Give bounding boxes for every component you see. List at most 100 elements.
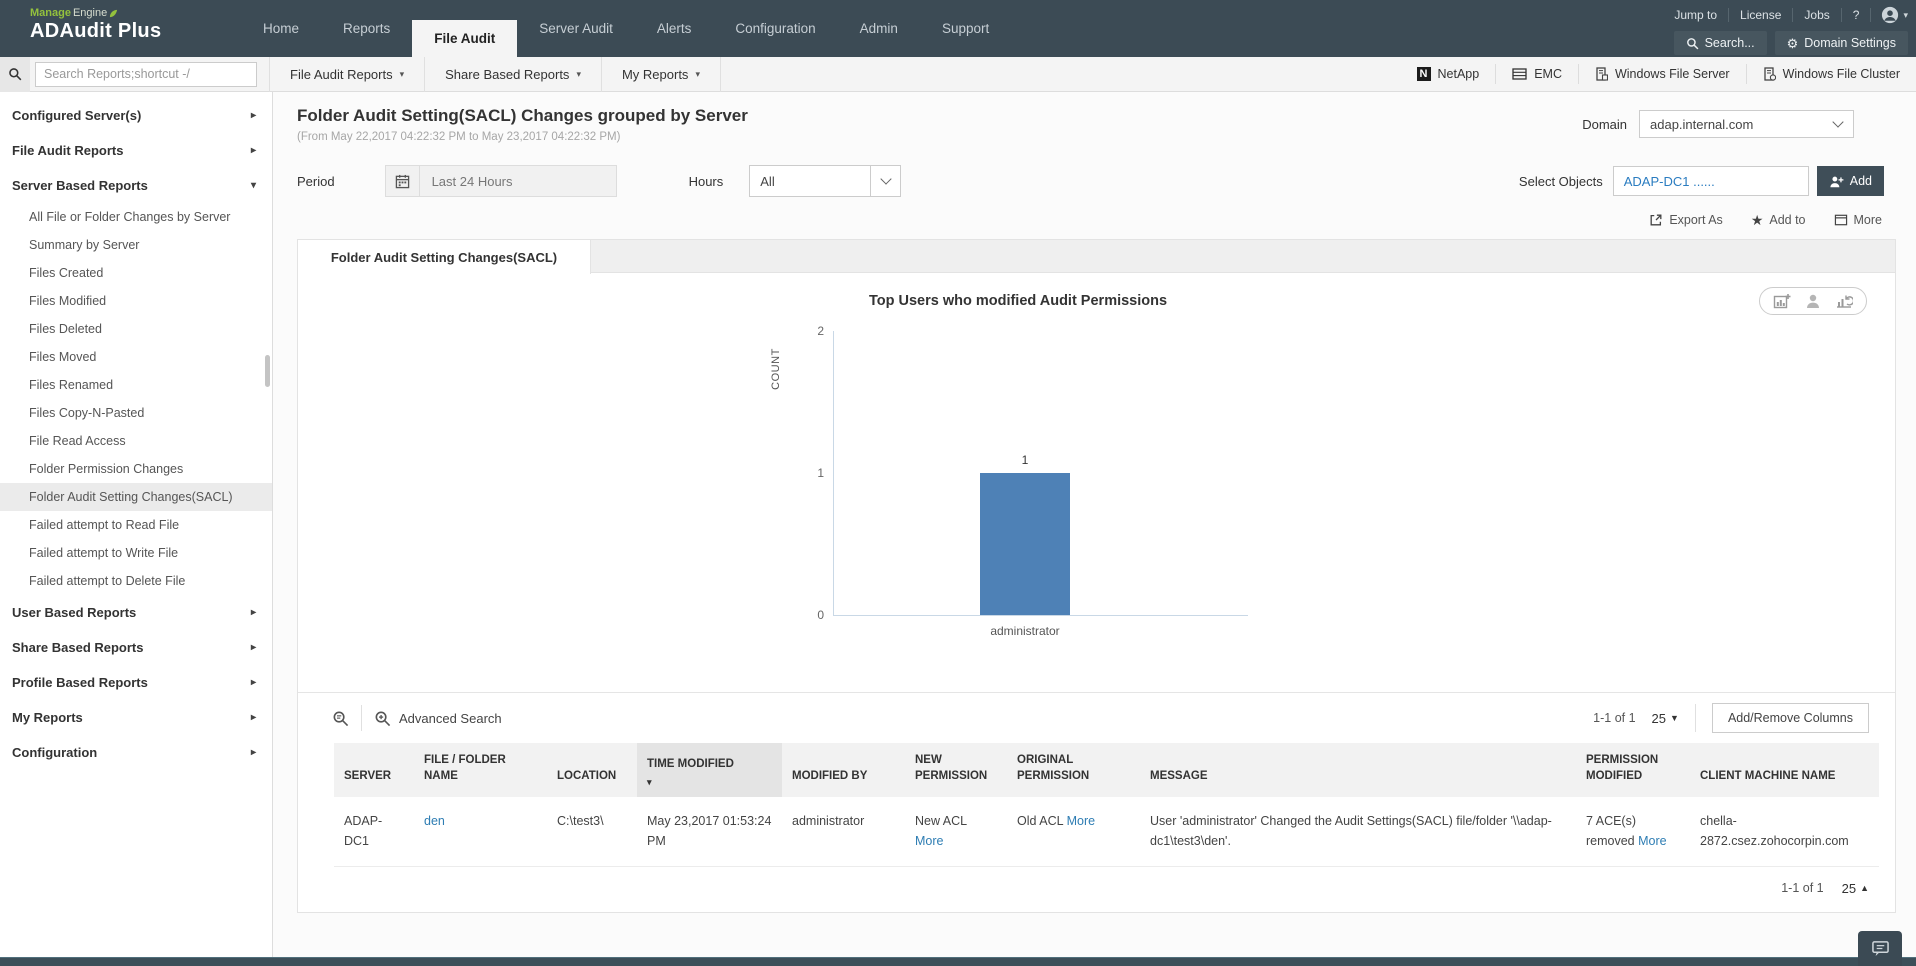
sidebar-item[interactable]: Failed attempt to Write File bbox=[0, 539, 272, 567]
chat-bubble-icon bbox=[1871, 940, 1890, 957]
hours-select[interactable]: All bbox=[749, 165, 902, 197]
more-button[interactable]: More bbox=[1834, 213, 1882, 227]
nav-tab[interactable]: Configuration bbox=[713, 0, 837, 57]
sidebar-item[interactable]: Folder Permission Changes bbox=[0, 455, 272, 483]
divider bbox=[1694, 704, 1696, 732]
sidebar-item[interactable]: Profile Based Reports ▸ bbox=[0, 665, 272, 700]
platform-windows-file-cluster[interactable]: Windows File Cluster bbox=[1745, 64, 1916, 84]
add-remove-columns-button[interactable]: Add/Remove Columns bbox=[1711, 703, 1869, 733]
platform-switcher: N NetApp EMC Windows File Server Windows… bbox=[1401, 57, 1916, 92]
report-search-input[interactable] bbox=[35, 61, 257, 87]
column-header[interactable]: TIME MODIFIED ▾ bbox=[637, 743, 782, 798]
hours-label: Hours bbox=[688, 173, 724, 189]
brand-logo: Manage Engine ADAudit Plus bbox=[30, 0, 225, 57]
column-header[interactable]: SERVER bbox=[334, 743, 414, 798]
platform-netapp[interactable]: N NetApp bbox=[1401, 64, 1496, 84]
chat-support-button[interactable] bbox=[1858, 931, 1902, 966]
chart-bar bbox=[980, 473, 1070, 615]
help-link[interactable]: ? bbox=[1842, 8, 1872, 22]
column-header[interactable]: CLIENT MACHINE NAME bbox=[1690, 743, 1879, 798]
chart-area: Top Users who modified Audit Permissions… bbox=[298, 273, 1895, 693]
add-to-button[interactable]: ★ Add to bbox=[1751, 213, 1806, 227]
expand-arrow-icon: ▸ bbox=[250, 145, 256, 156]
report-table: SERVER FILE / FOLDER NAME LOCATION TIME … bbox=[334, 743, 1879, 867]
sidebar-item[interactable]: Files Moved bbox=[0, 343, 272, 371]
sidebar-item[interactable]: Failed attempt to Read File bbox=[0, 511, 272, 539]
sidebar-item[interactable]: Server Based Reports ▾ bbox=[0, 168, 272, 203]
nav-tab[interactable]: Support bbox=[920, 0, 1011, 57]
sidebar-item[interactable]: Files Renamed bbox=[0, 371, 272, 399]
column-header[interactable]: MODIFIED BY bbox=[782, 743, 905, 798]
select-objects-input[interactable]: ADAP-DC1 ...... bbox=[1612, 166, 1809, 196]
sidebar-item[interactable]: All File or Folder Changes by Server bbox=[0, 203, 272, 231]
expand-arrow-icon: ▾ bbox=[250, 180, 256, 191]
license-link[interactable]: License bbox=[1729, 8, 1794, 22]
page-size-dropdown[interactable]: 25 ▼ bbox=[1652, 711, 1679, 726]
sidebar-item[interactable]: Failed attempt to Delete File bbox=[0, 567, 272, 595]
page-size-dropdown[interactable]: 25 ▲ bbox=[1842, 881, 1869, 896]
expand-arrow-icon: ▸ bbox=[250, 712, 256, 723]
domain-settings-button[interactable]: ⚙ Domain Settings bbox=[1774, 31, 1908, 55]
nav-tab[interactable]: Server Audit bbox=[517, 0, 635, 57]
user-menu[interactable]: ▾ bbox=[1871, 6, 1908, 24]
y-axis-label: COUNT bbox=[770, 348, 782, 390]
user-chart-icon[interactable] bbox=[1805, 293, 1821, 309]
nav-tab[interactable]: Reports bbox=[321, 0, 412, 57]
nav-tab[interactable]: Alerts bbox=[635, 0, 714, 57]
global-search-button[interactable]: Search... bbox=[1673, 31, 1767, 55]
nav-tab[interactable]: File Audit bbox=[412, 20, 518, 57]
sidebar-scrollbar-thumb[interactable] bbox=[265, 355, 270, 387]
sidebar-item[interactable]: Summary by Server bbox=[0, 231, 272, 259]
sidebar-item[interactable]: File Read Access bbox=[0, 427, 272, 455]
column-header[interactable]: MESSAGE bbox=[1140, 743, 1576, 798]
sidebar-item[interactable]: File Audit Reports ▸ bbox=[0, 133, 272, 168]
file-folder-link[interactable]: den bbox=[424, 814, 445, 828]
report-menu-dropdown[interactable]: My Reports ▾ bbox=[602, 56, 721, 92]
sidebar-item[interactable]: Files Copy-N-Pasted bbox=[0, 399, 272, 427]
platform-emc[interactable]: EMC bbox=[1495, 64, 1578, 84]
period-picker[interactable]: Last 24 Hours bbox=[384, 165, 617, 197]
new-permission-more-link[interactable]: More bbox=[915, 834, 943, 848]
original-permission-more-link[interactable]: More bbox=[1067, 814, 1095, 828]
sidebar-item[interactable]: Configured Server(s) ▸ bbox=[0, 98, 272, 133]
report-panel: Folder Audit Setting Changes(SACL) Top U… bbox=[297, 239, 1896, 913]
report-search-icon-button[interactable] bbox=[0, 56, 30, 92]
chart-toolbar bbox=[1759, 287, 1867, 315]
sidebar-item[interactable]: Files Created bbox=[0, 259, 272, 287]
platform-windows-file-server[interactable]: Windows File Server bbox=[1577, 64, 1746, 84]
sidebar-item[interactable]: My Reports ▸ bbox=[0, 700, 272, 735]
chevron-down-icon: ▾ bbox=[695, 68, 700, 79]
domain-select[interactable]: adap.internal.com bbox=[1639, 110, 1854, 138]
add-object-button[interactable]: Add bbox=[1816, 166, 1884, 196]
sidebar-item[interactable]: Folder Audit Setting Changes(SACL) bbox=[0, 483, 272, 511]
expand-arrow-icon: ▸ bbox=[250, 110, 256, 121]
cell-time-modified: May 23,2017 01:53:24 PM bbox=[637, 797, 782, 867]
column-header[interactable]: LOCATION bbox=[547, 743, 637, 798]
period-label: Period bbox=[297, 173, 335, 189]
tab-folder-audit-setting-changes[interactable]: Folder Audit Setting Changes(SACL) bbox=[298, 240, 591, 274]
report-menu-dropdown[interactable]: File Audit Reports ▾ bbox=[270, 56, 426, 92]
sidebar-item[interactable]: User Based Reports ▸ bbox=[0, 595, 272, 630]
export-as-button[interactable]: Export As bbox=[1649, 213, 1723, 227]
sidebar-item[interactable]: Files Modified bbox=[0, 287, 272, 315]
sidebar-item[interactable]: Configuration ▸ bbox=[0, 735, 272, 770]
report-menu-dropdown[interactable]: Share Based Reports ▾ bbox=[425, 56, 602, 92]
column-search-icon[interactable] bbox=[332, 710, 349, 727]
y-tick: 0 bbox=[817, 608, 824, 622]
permission-modified-more-link[interactable]: More bbox=[1638, 834, 1666, 848]
column-header[interactable]: FILE / FOLDER NAME bbox=[414, 743, 547, 798]
jobs-link[interactable]: Jobs bbox=[1793, 8, 1842, 22]
column-header[interactable]: PERMISSION MODIFIED bbox=[1576, 743, 1690, 798]
nav-tab[interactable]: Home bbox=[241, 0, 321, 57]
column-header[interactable]: NEW PERMISSION bbox=[905, 743, 1007, 798]
column-header[interactable]: ORIGINAL PERMISSION bbox=[1007, 743, 1140, 798]
top-links: Jump to License Jobs ? ▾ bbox=[1663, 4, 1908, 26]
sort-desc-icon: ▾ bbox=[647, 776, 652, 787]
sidebar-item[interactable]: Files Deleted bbox=[0, 315, 272, 343]
refresh-chart-icon[interactable] bbox=[1835, 293, 1853, 309]
jump-to-link[interactable]: Jump to bbox=[1663, 8, 1730, 22]
nav-tab[interactable]: Admin bbox=[838, 0, 920, 57]
advanced-search-link[interactable]: Advanced Search bbox=[399, 711, 502, 726]
sidebar-item[interactable]: Share Based Reports ▸ bbox=[0, 630, 272, 665]
add-chart-icon[interactable] bbox=[1773, 293, 1791, 309]
